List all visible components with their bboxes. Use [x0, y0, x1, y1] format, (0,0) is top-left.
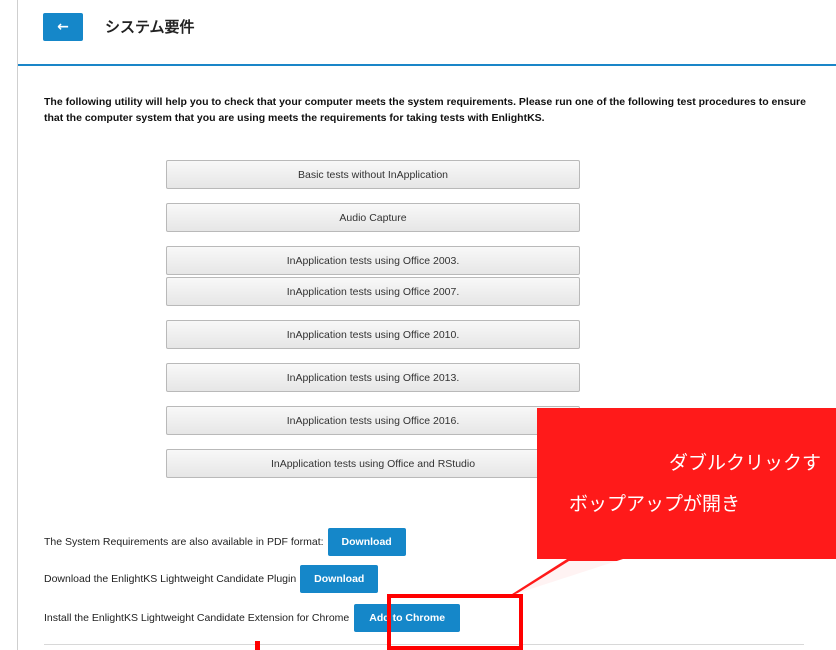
pdf-download-row: The System Requirements are also availab… [44, 528, 406, 556]
red-marker [255, 641, 260, 650]
plugin-download-row: Download the EnlightKS Lightweight Candi… [44, 565, 379, 593]
plugin-download-text: Download the EnlightKS Lightweight Candi… [44, 573, 297, 585]
office-rstudio-tests-button[interactable]: InApplication tests using Office and RSt… [166, 449, 580, 478]
pdf-download-text: The System Requirements are also availab… [44, 536, 324, 548]
office-2007-tests-button[interactable]: InApplication tests using Office 2007. [166, 277, 580, 306]
extension-install-text: Install the EnlightKS Lightweight Candid… [44, 612, 350, 624]
intro-text: The following utility will help you to c… [44, 96, 806, 124]
back-button[interactable]: ← [43, 13, 83, 41]
office-2013-tests-button[interactable]: InApplication tests using Office 2013. [166, 363, 580, 392]
pdf-download-button[interactable]: Download [327, 528, 406, 556]
add-to-chrome-highlight [387, 594, 523, 650]
office-2016-tests-button[interactable]: InApplication tests using Office 2016. [166, 406, 580, 435]
callout-line-1: ダブルクリックす [669, 452, 822, 474]
page-title: システム要件 [105, 18, 195, 36]
instruction-callout: ダブルクリックす ボップアップが開き [537, 408, 836, 559]
audio-capture-button[interactable]: Audio Capture [166, 203, 580, 232]
basic-tests-button[interactable]: Basic tests without InApplication [166, 160, 580, 189]
left-arrow-icon: ← [57, 19, 69, 35]
office-2010-tests-button[interactable]: InApplication tests using Office 2010. [166, 320, 580, 349]
plugin-download-button[interactable]: Download [300, 565, 379, 593]
page-header: ← システム要件 [18, 0, 836, 66]
office-2003-tests-button[interactable]: InApplication tests using Office 2003. [166, 246, 580, 275]
callout-line-2: ボップアップが開き [569, 493, 741, 515]
